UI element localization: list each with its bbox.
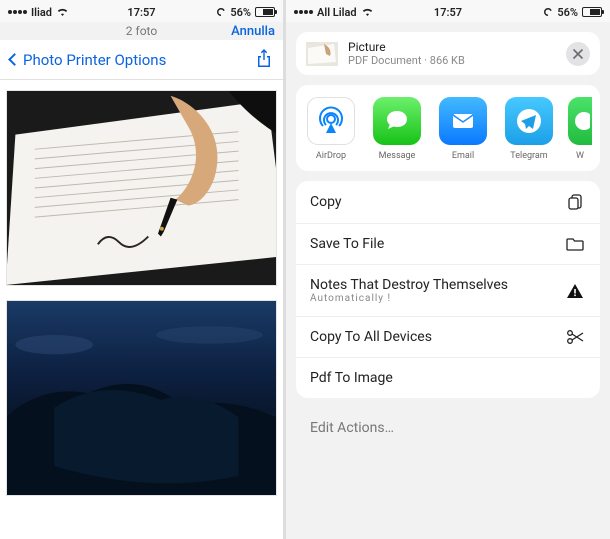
share-icon (255, 48, 273, 68)
close-button[interactable] (566, 42, 590, 66)
action-label: Notes That Destroy Themselves (310, 277, 508, 293)
battery-icon (582, 7, 602, 17)
cancel-button[interactable]: Annulla (231, 24, 275, 39)
photo-count: 2 foto (126, 24, 157, 38)
action-label: Pdf To Image (310, 370, 393, 386)
share-app-mail[interactable]: Email (434, 97, 492, 161)
preview-image-2[interactable] (6, 300, 277, 496)
action-copy[interactable]: Copy (296, 181, 600, 224)
action-label: Save To File (310, 236, 384, 252)
sync-icon (543, 7, 553, 17)
action-save-to-file[interactable]: Save To File (296, 224, 600, 265)
messages-icon (373, 97, 421, 145)
back-button[interactable]: Photo Printer Options (10, 51, 166, 69)
right-pane: All Lilad 17:57 56% Picture PDF Document… (283, 0, 610, 539)
edit-actions-button[interactable]: Edit Actions… (296, 408, 600, 448)
app-label: Email (452, 151, 474, 161)
share-sheet: Picture PDF Document · 866 KB AirDrop Me… (286, 22, 610, 539)
warning-icon (564, 283, 586, 299)
folder-icon (564, 236, 586, 252)
action-sublabel: Automatically ! (310, 293, 508, 304)
whatsapp-icon (568, 97, 592, 145)
status-bar-right: All Lilad 17:57 56% (286, 0, 610, 22)
cellular-icon (294, 10, 313, 14)
close-icon (573, 49, 583, 59)
copy-icon (564, 193, 586, 211)
doc-title: Picture (348, 40, 556, 54)
carrier-label: Iliad (31, 6, 52, 19)
app-label: Telegram (510, 151, 547, 161)
airdrop-icon (307, 97, 355, 145)
share-app-messages[interactable]: Message (368, 97, 426, 161)
cellular-icon (8, 10, 27, 14)
app-label: Message (379, 151, 416, 161)
preview-area[interactable] (0, 80, 283, 539)
actions-list: Copy Save To File Notes That Destroy The… (296, 181, 600, 398)
app-label: W (576, 151, 584, 161)
doc-subtitle: PDF Document · 866 KB (348, 54, 556, 67)
action-pdf-to-image[interactable]: Pdf To Image (296, 358, 600, 398)
telegram-icon (505, 97, 553, 145)
action-label: Copy To All Devices (310, 329, 432, 345)
action-copy-all-devices[interactable]: Copy To All Devices (296, 317, 600, 358)
battery-icon (255, 7, 275, 17)
action-notes-destroy[interactable]: Notes That Destroy Themselves Automatica… (296, 265, 600, 317)
clock: 17:57 (127, 6, 155, 19)
sync-icon (216, 7, 226, 17)
nav-bar: Photo Printer Options (0, 40, 283, 80)
share-app-telegram[interactable]: Telegram (500, 97, 558, 161)
back-title: Photo Printer Options (23, 51, 166, 69)
document-header: Picture PDF Document · 866 KB (296, 32, 600, 75)
document-thumb (306, 42, 338, 66)
battery-pct-r: 56% (557, 6, 578, 19)
status-bar-left: Iliad 17:57 56% (0, 0, 283, 22)
share-app-airdrop[interactable]: AirDrop (302, 97, 360, 161)
action-label: Copy (310, 194, 342, 210)
share-app-whatsapp[interactable]: W (566, 97, 594, 161)
chevron-left-icon (8, 53, 21, 66)
wifi-icon (56, 7, 69, 17)
battery-pct: 56% (230, 6, 251, 19)
share-button[interactable] (255, 48, 273, 72)
mail-icon (439, 97, 487, 145)
app-label: AirDrop (316, 151, 346, 161)
carrier-label-r: All Lilad (317, 6, 357, 19)
scissors-icon (564, 329, 586, 345)
preview-image-1[interactable] (6, 90, 277, 286)
wifi-icon (361, 7, 374, 17)
share-apps-row[interactable]: AirDrop Message Email Telegram (296, 85, 600, 171)
subheader: 2 foto Annulla (0, 22, 283, 40)
left-pane: Iliad 17:57 56% 2 foto Annulla Photo Pri… (0, 0, 283, 539)
clock-r: 17:57 (434, 6, 462, 19)
edit-actions-label: Edit Actions… (310, 420, 394, 436)
